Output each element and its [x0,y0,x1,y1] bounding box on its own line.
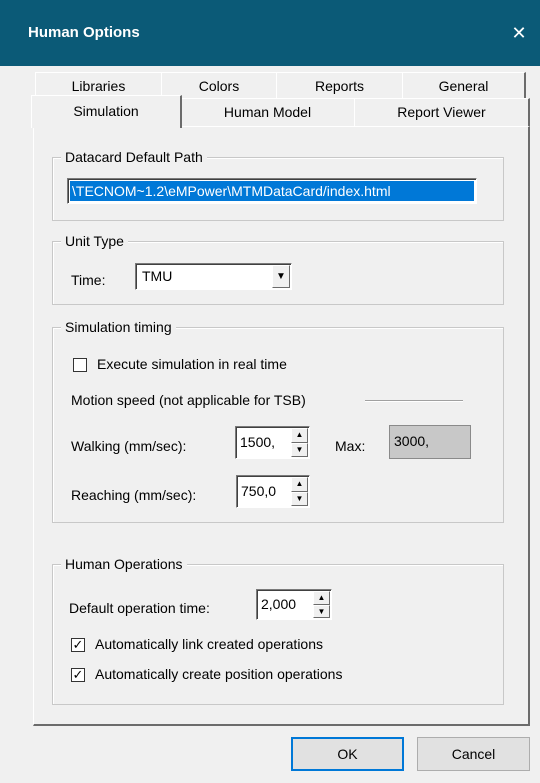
reaching-label: Reaching (mm/sec): [71,487,197,503]
datacard-path-input[interactable]: \TECNOM~1.2\eMPower\MTMDataCard/index.ht… [67,178,477,204]
unit-type-legend: Unit Type [61,232,128,250]
datacard-path-value: \TECNOM~1.2\eMPower\MTMDataCard/index.ht… [70,181,474,201]
tab-general[interactable]: General [402,72,526,99]
unit-type-group: Unit Type Time: TMU ▼ [52,232,504,305]
walking-spin-buttons: ▲ ▼ [291,428,308,457]
realtime-checkbox[interactable] [73,358,87,372]
time-label: Time: [71,272,106,288]
motion-speed-label: Motion speed (not applicable for TSB) [71,392,306,408]
motion-speed-divider [365,400,463,402]
autolink-label: Automatically link created operations [95,636,324,652]
spin-up-icon[interactable]: ▲ [313,591,330,605]
datacard-legend: Datacard Default Path [61,148,207,166]
reaching-spin-buttons: ▲ ▼ [291,477,308,506]
walking-speed-stepper[interactable]: 1500, ▲ ▼ [235,426,310,459]
autopos-label: Automatically create position operations [95,666,343,682]
human-operations-legend: Human Operations [61,555,187,573]
realtime-label: Execute simulation in real time [97,356,287,372]
window-title: Human Options [28,24,140,41]
spin-up-icon[interactable]: ▲ [291,428,308,443]
spin-up-icon[interactable]: ▲ [291,477,308,492]
tab-human-model[interactable]: Human Model [180,98,356,126]
tab-reports[interactable]: Reports [276,72,404,99]
autopos-checkbox[interactable]: ✓ [71,668,85,682]
datacard-group: Datacard Default Path \TECNOM~1.2\eMPowe… [52,148,504,221]
reaching-speed-value: 750,0 [241,483,277,499]
close-icon[interactable]: ✕ [505,18,533,48]
simulation-timing-group: Simulation timing Execute simulation in … [52,318,504,523]
human-operations-group: Human Operations Default operation time:… [52,555,504,705]
time-unit-value: TMU [142,268,173,284]
default-time-value: 2,000 [261,596,297,612]
max-label: Max: [335,438,366,454]
simulation-timing-legend: Simulation timing [61,318,176,336]
time-unit-select[interactable]: TMU ▼ [135,263,292,290]
max-speed-field: 3000, [389,425,471,459]
chevron-down-icon[interactable]: ▼ [272,265,290,288]
reaching-speed-stepper[interactable]: 750,0 ▲ ▼ [236,475,310,508]
max-speed-value: 3000, [394,433,430,449]
tab-panel-simulation: Datacard Default Path \TECNOM~1.2\eMPowe… [33,126,530,726]
tab-simulation[interactable]: Simulation [31,95,182,128]
spin-down-icon[interactable]: ▼ [291,491,308,506]
tab-report-viewer[interactable]: Report Viewer [354,98,530,126]
walking-speed-value: 1500, [240,434,276,450]
spin-down-icon[interactable]: ▼ [313,604,330,618]
ok-button[interactable]: OK [291,737,404,771]
default-time-label: Default operation time: [69,600,210,616]
default-time-stepper[interactable]: 2,000 ▲ ▼ [256,589,332,620]
cancel-button[interactable]: Cancel [417,737,530,771]
autolink-checkbox[interactable]: ✓ [71,638,85,652]
spin-down-icon[interactable]: ▼ [291,442,308,457]
walking-label: Walking (mm/sec): [71,438,187,454]
default-time-spin-buttons: ▲ ▼ [313,591,330,618]
title-bar: Human Options ✕ [0,0,540,66]
